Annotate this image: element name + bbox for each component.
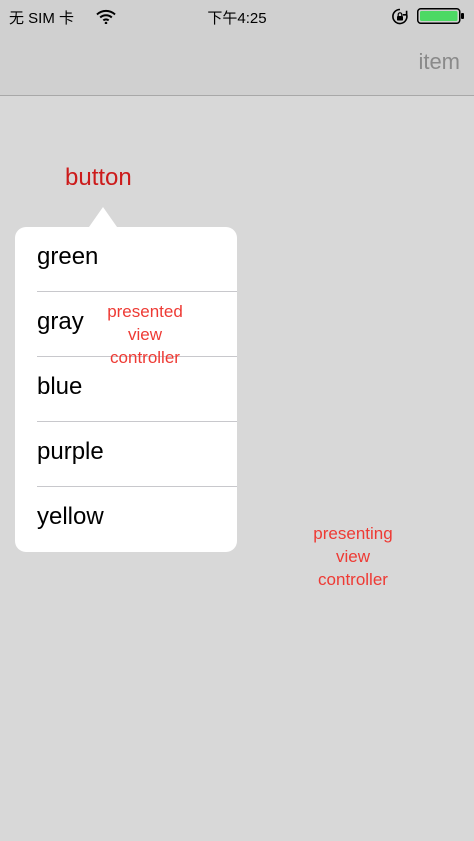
annotation-line: view xyxy=(127,325,162,344)
popover-item-green[interactable]: green xyxy=(15,227,237,292)
presenting-vc-annotation: presenting view controller xyxy=(295,522,411,591)
nav-item-button[interactable]: item xyxy=(418,49,460,75)
top-bar-area: 无 SIM 卡 下午4:25 item xyxy=(0,0,474,96)
popover-item-label: blue xyxy=(37,373,83,400)
popover-trigger-button[interactable]: button xyxy=(65,164,132,192)
popover-item-label: purple xyxy=(37,438,104,465)
status-bar: 无 SIM 卡 下午4:25 xyxy=(0,0,474,32)
battery-icon xyxy=(417,8,464,24)
navigation-bar: item xyxy=(0,32,474,95)
popover-item-label: gray xyxy=(37,308,84,335)
popover-arrow xyxy=(89,207,117,227)
annotation-line: controller xyxy=(318,570,388,589)
annotation-line: presented xyxy=(107,302,183,321)
popover-item-label: green xyxy=(37,243,99,270)
annotation-line: presenting xyxy=(313,524,393,543)
annotation-line: view xyxy=(335,547,370,566)
popover-item-label: yellow xyxy=(37,503,104,530)
annotation-line: controller xyxy=(110,348,180,367)
rotation-lock-icon xyxy=(392,8,408,25)
presented-vc-annotation: presented view controller xyxy=(94,300,196,369)
popover-item-yellow[interactable]: yellow xyxy=(15,487,237,552)
popover-menu: green gray blue purple yellow xyxy=(15,227,237,552)
popover-item-purple[interactable]: purple xyxy=(15,422,237,487)
